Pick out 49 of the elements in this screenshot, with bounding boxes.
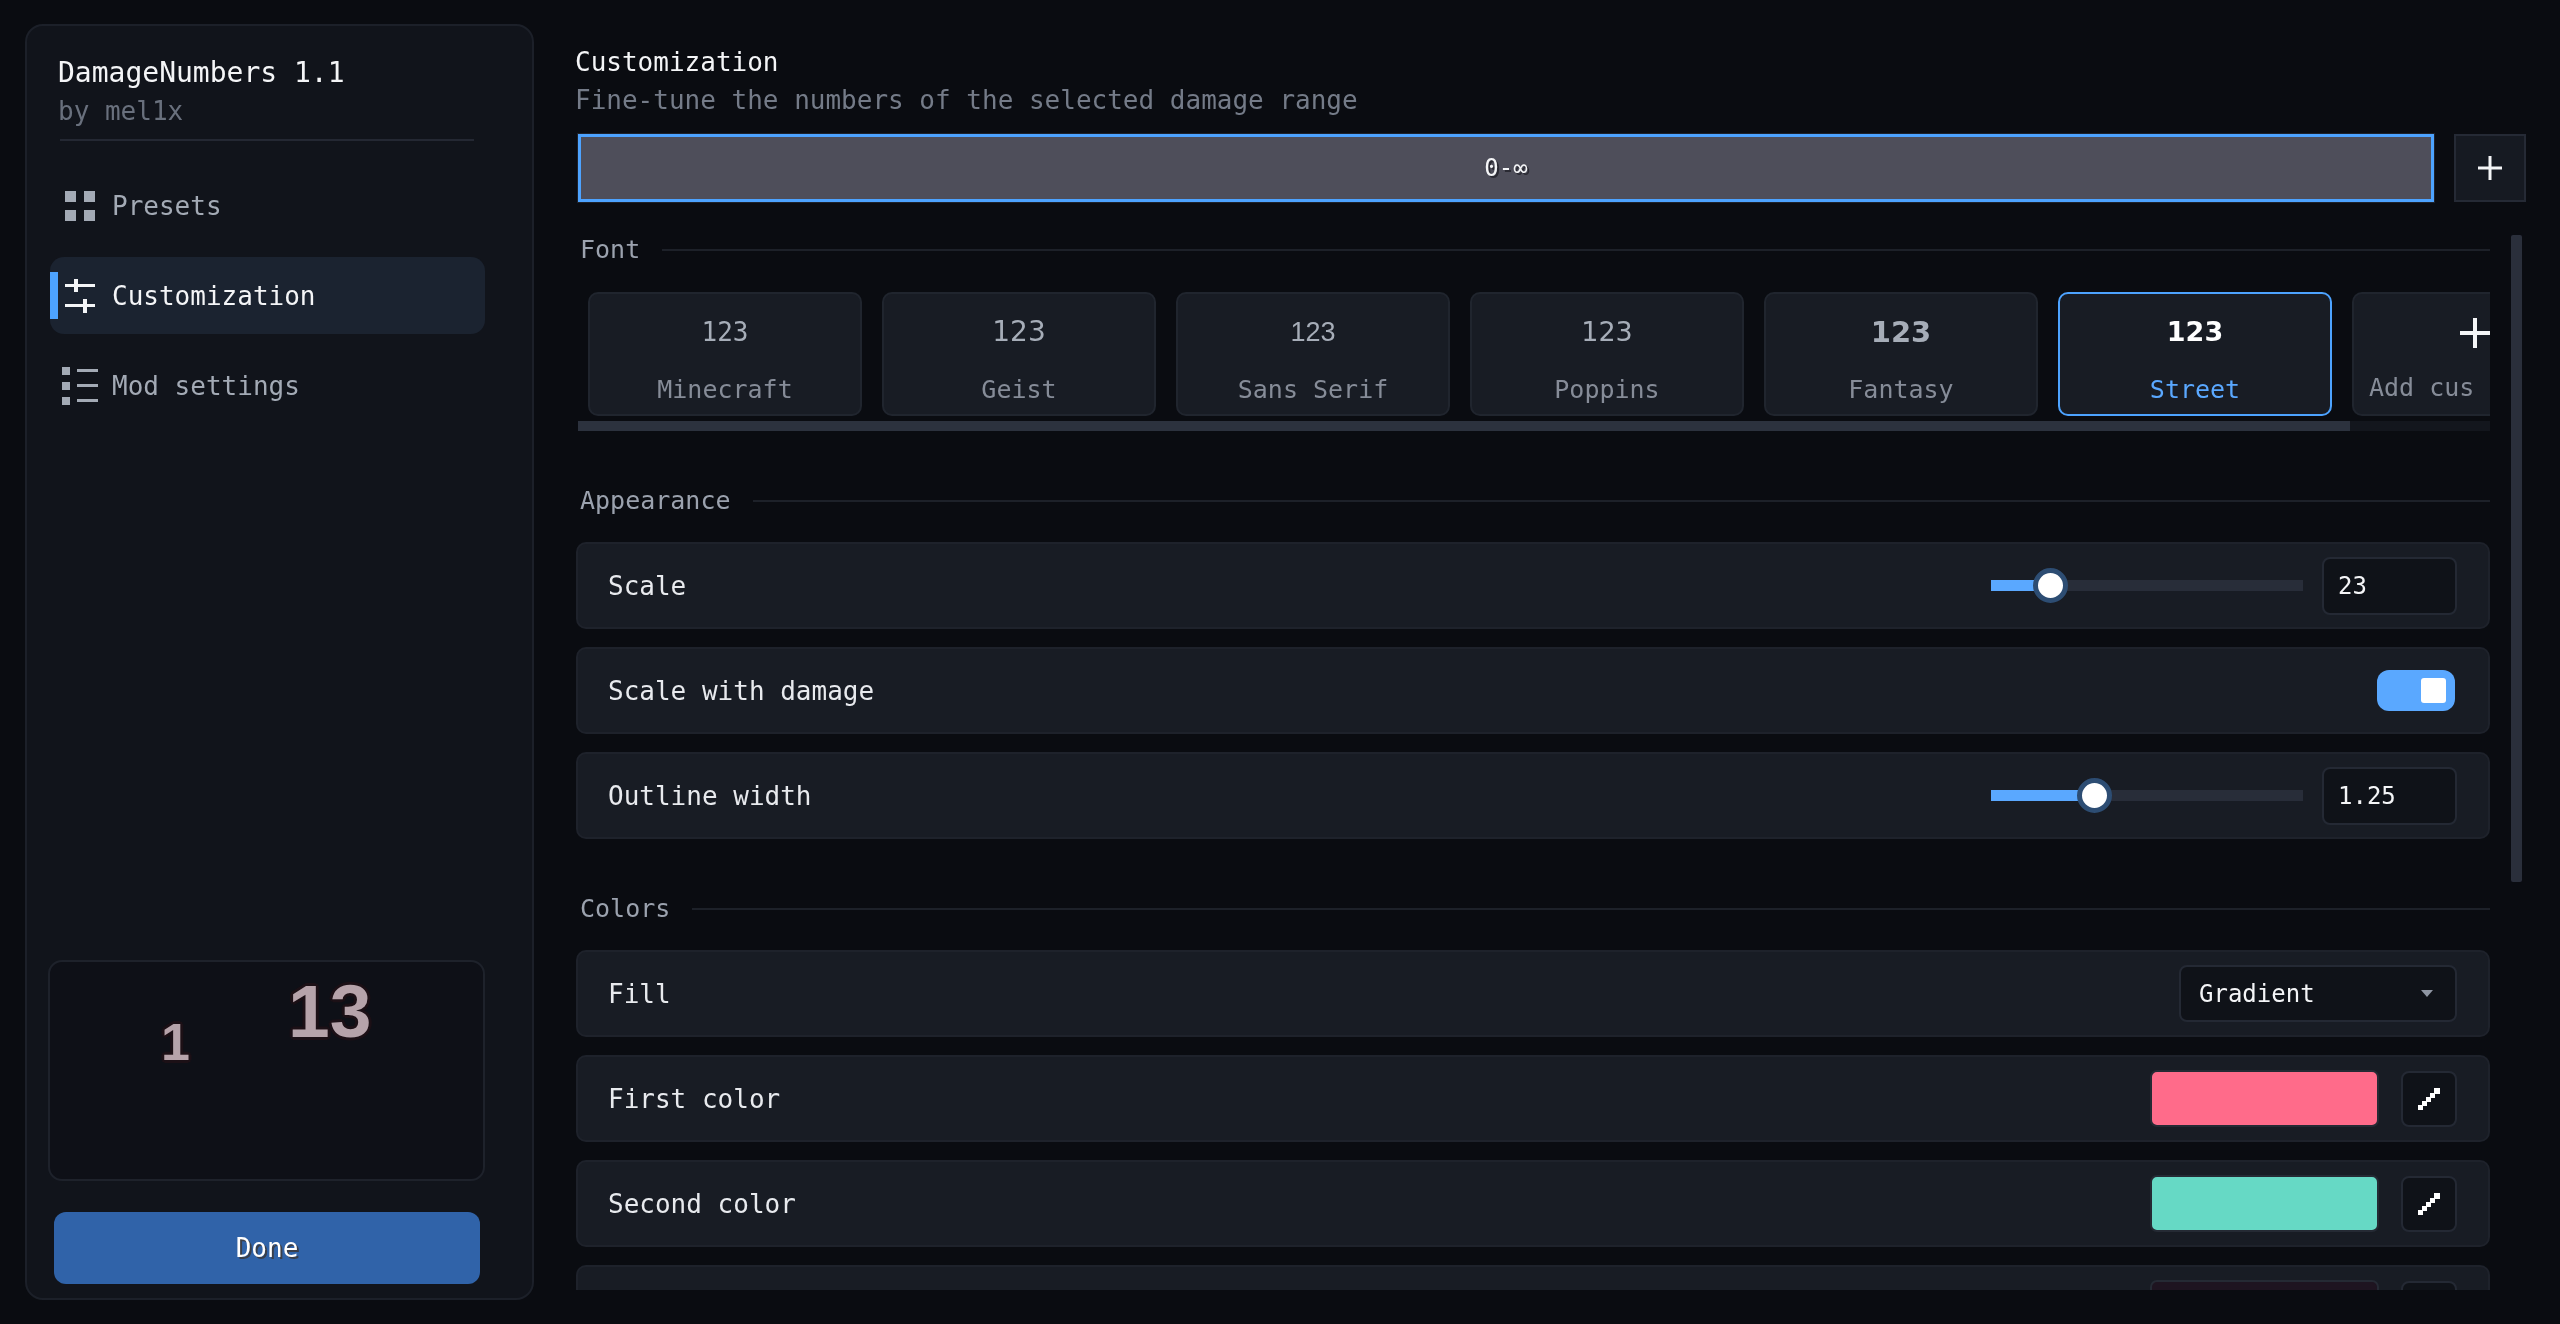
diagonal-line-icon <box>2418 1087 2440 1110</box>
damage-number: 1 <box>161 1016 190 1068</box>
range-tab[interactable]: 0-∞ <box>578 134 2434 202</box>
section-title: Font <box>580 235 641 265</box>
section-title: Appearance <box>580 486 731 516</box>
value-field[interactable]: 23 <box>2322 556 2457 615</box>
color-picker-button[interactable] <box>2401 1070 2457 1127</box>
font-card[interactable]: 123 Fantasy <box>1764 292 2038 416</box>
damage-number: 13 <box>288 974 372 1049</box>
plus-icon <box>2460 318 2490 348</box>
selection-indicator <box>50 272 58 319</box>
section-title: Colors <box>580 894 671 924</box>
setting-label: First color <box>608 1083 782 1114</box>
slider-thumb[interactable] <box>2033 568 2069 603</box>
setting-label: Outline width <box>608 780 813 811</box>
vertical-scrollbar[interactable] <box>2511 235 2522 882</box>
list-icon <box>62 366 98 405</box>
color-picker-button[interactable] <box>2401 1175 2457 1232</box>
setting-label: Scale with damage <box>608 675 876 706</box>
page-subtitle: Fine-tune the numbers of the selected damage range <box>575 85 1358 115</box>
font-card[interactable]: 123 Poppins <box>1470 292 1744 416</box>
plus-icon <box>2478 156 2502 180</box>
nav-item[interactable]: Mod settings <box>50 347 485 424</box>
nav-item[interactable]: Customization <box>50 257 485 334</box>
value-field[interactable]: 1.25 <box>2322 766 2457 825</box>
author-label: by mel1x <box>58 96 184 126</box>
slider-thumb[interactable] <box>2076 778 2112 813</box>
font-card[interactable]: 123 Street <box>2058 292 2332 416</box>
color-swatch[interactable] <box>2150 1070 2379 1127</box>
add-font-card[interactable]: Add cus <box>2352 292 2490 416</box>
done-button[interactable]: Done <box>54 1212 480 1284</box>
app-title: DamageNumbers 1.1 <box>58 57 345 89</box>
toggle-switch[interactable] <box>2377 670 2455 711</box>
sliders-icon <box>65 278 95 313</box>
font-card[interactable]: 123 Minecraft <box>588 292 862 416</box>
dropdown-select[interactable]: Gradient <box>2179 965 2457 1022</box>
setting-label: Second color <box>608 1188 797 1219</box>
font-card[interactable]: 123 Geist <box>882 292 1156 416</box>
setting-label: Fill <box>608 978 672 1009</box>
font-card[interactable]: 123 Sans Serif <box>1176 292 1450 416</box>
color-swatch[interactable] <box>2150 1175 2379 1232</box>
add-range-button[interactable] <box>2454 134 2526 202</box>
setting-label: Scale <box>608 570 688 601</box>
grid-icon <box>65 190 95 221</box>
caret-icon <box>2421 990 2433 997</box>
page-title: Customization <box>575 47 779 77</box>
horizontal-scrollbar[interactable] <box>578 421 2490 431</box>
nav-item[interactable]: Presets <box>50 167 485 244</box>
diagonal-line-icon <box>2418 1192 2440 1215</box>
